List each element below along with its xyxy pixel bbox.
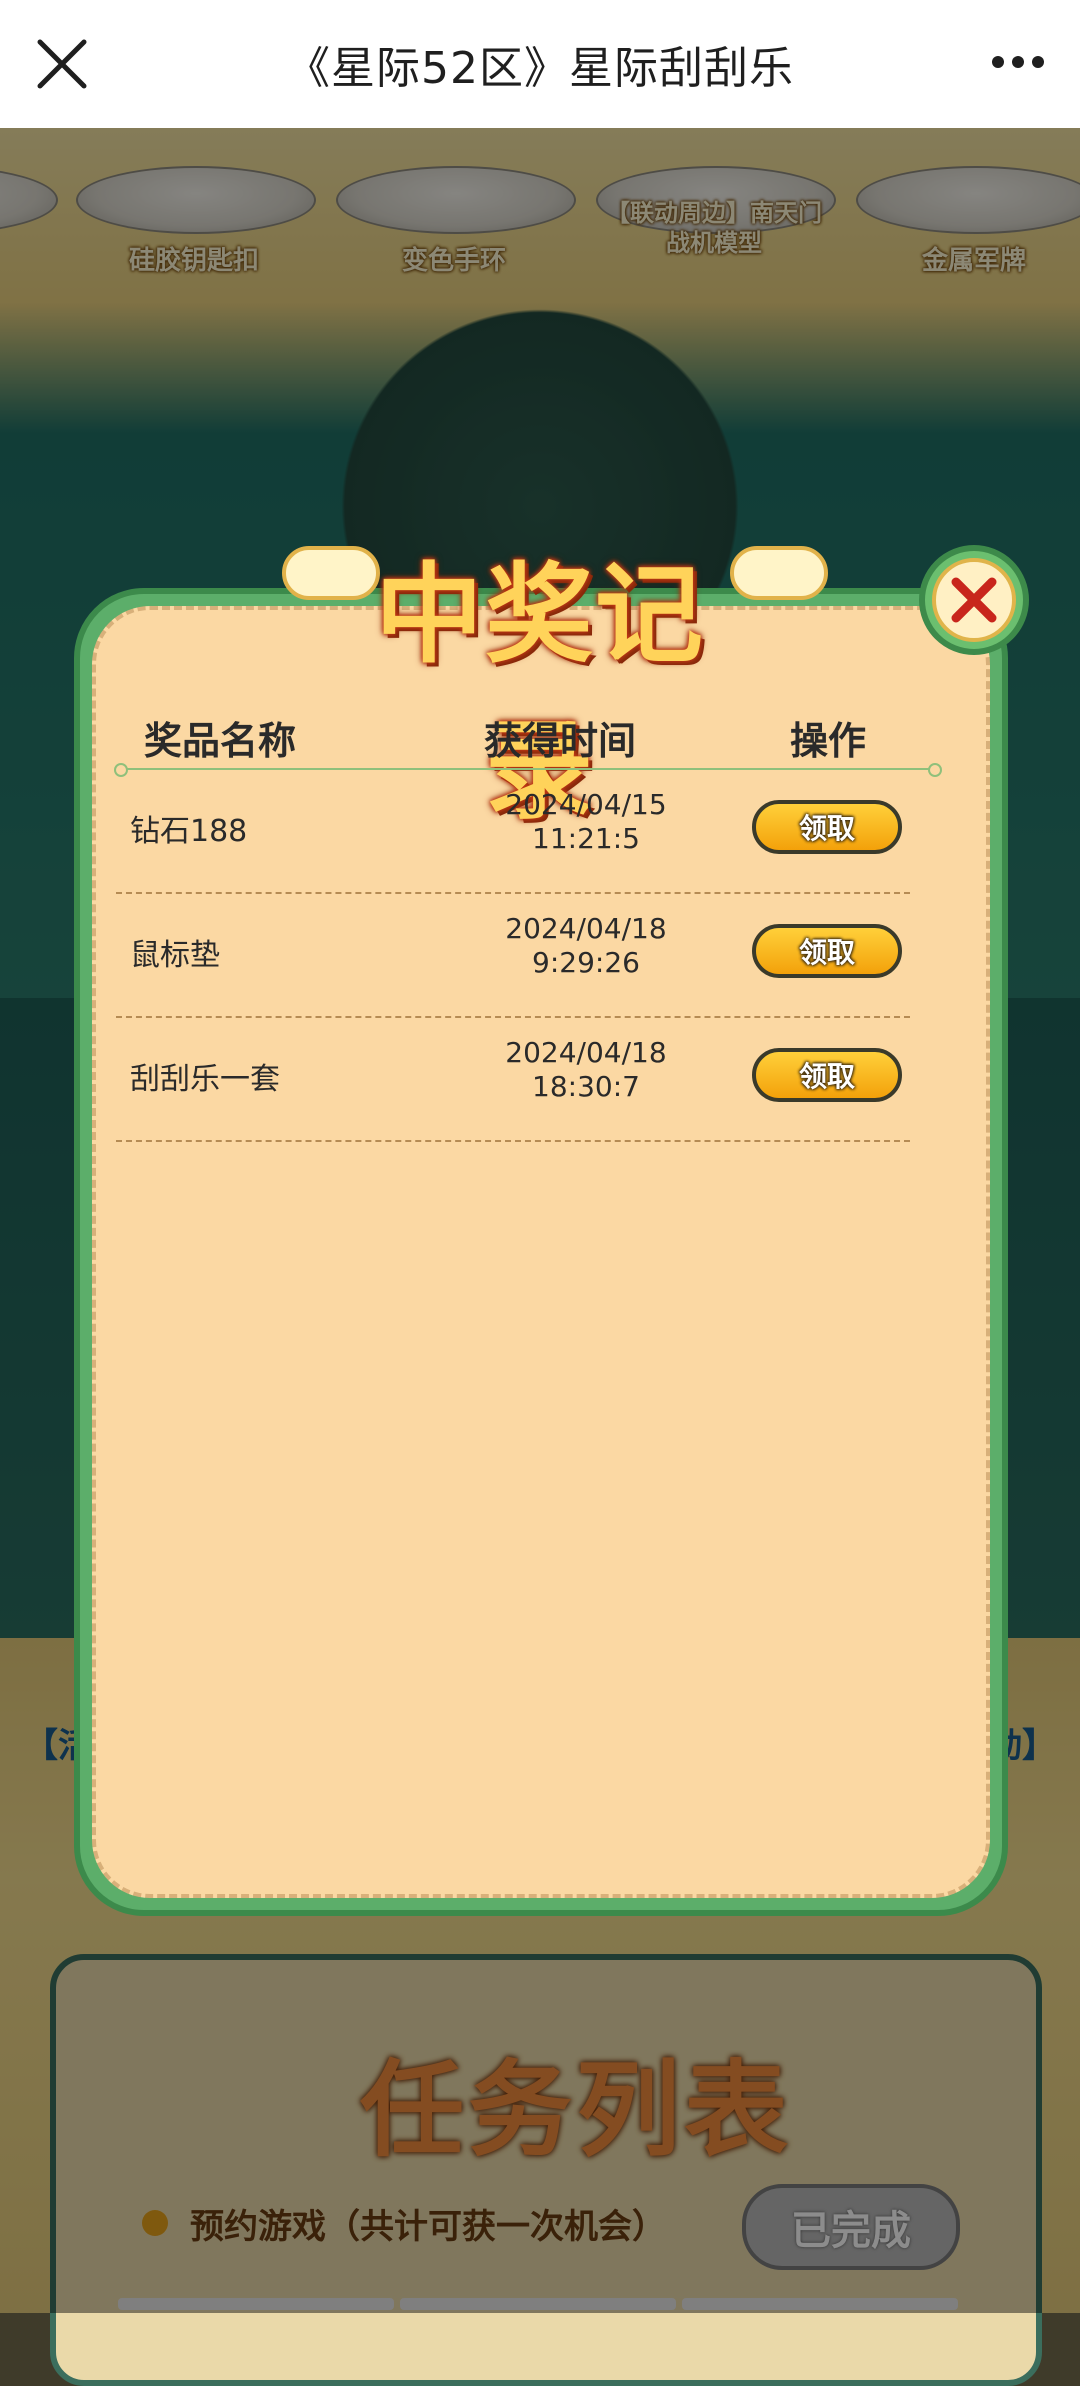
header-action: 操作	[790, 719, 867, 763]
header-prize-name: 奖品名称	[144, 719, 297, 763]
record-clock: 18:30:7	[532, 1070, 640, 1103]
record-prize-name: 刮刮乐一套	[130, 1062, 280, 1097]
record-date: 2024/04/18	[505, 912, 667, 945]
record-time: 2024/04/15 11:21:5	[470, 788, 702, 856]
record-row: 刮刮乐一套 2024/04/18 18:30:7 领取	[116, 1016, 910, 1142]
top-nav-bar: 《星际52区》星际刮刮乐	[0, 0, 1080, 128]
record-clock: 11:21:5	[532, 822, 640, 855]
claim-button[interactable]: 领取	[752, 924, 902, 978]
close-icon[interactable]	[32, 34, 92, 94]
more-icon[interactable]	[990, 48, 1046, 76]
page-title: 《星际52区》星际刮刮乐	[286, 43, 794, 94]
record-date: 2024/04/15	[505, 788, 667, 821]
record-table-header: 奖品名称 获得时间 操作	[116, 700, 936, 770]
header-time: 获得时间	[484, 719, 637, 763]
record-prize-name: 鼠标垫	[130, 938, 220, 973]
claim-button[interactable]: 领取	[752, 800, 902, 854]
record-prize-name: 钻石188	[130, 814, 248, 849]
record-date: 2024/04/18	[505, 1036, 667, 1069]
modal-close-icon[interactable]	[918, 544, 1030, 656]
record-row: 钻石188 2024/04/15 11:21:5 领取	[116, 768, 910, 894]
record-clock: 9:29:26	[532, 946, 640, 979]
record-row: 鼠标垫 2024/04/18 9:29:26 领取	[116, 892, 910, 1018]
record-time: 2024/04/18 9:29:26	[470, 912, 702, 980]
record-time: 2024/04/18 18:30:7	[470, 1036, 702, 1104]
claim-button[interactable]: 领取	[752, 1048, 902, 1102]
cloud-decoration-icon	[730, 546, 828, 600]
